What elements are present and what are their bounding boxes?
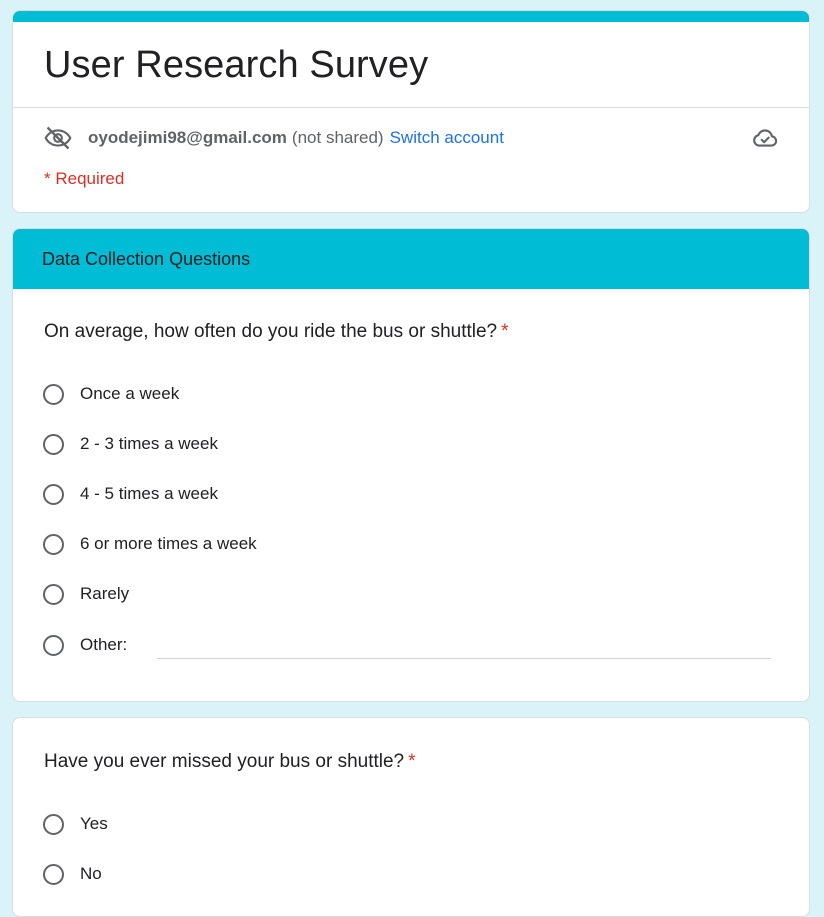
other-text-input[interactable] (157, 658, 771, 659)
section-header: Data Collection Questions (13, 229, 809, 289)
header-divider (13, 107, 809, 108)
radio-button[interactable] (43, 383, 64, 405)
radio-option[interactable]: No (43, 860, 102, 888)
required-asterisk: * (501, 321, 509, 342)
option-label: Other: (80, 635, 128, 654)
option-label: Rarely (80, 584, 130, 603)
required-note: * Required (44, 169, 125, 188)
option-label: No (80, 864, 102, 883)
question-text: Have you ever missed your bus or shuttle… (44, 751, 405, 772)
radio-button[interactable] (43, 583, 64, 605)
radio-option[interactable]: Rarely (43, 580, 129, 608)
option-label: 4 - 5 times a week (80, 484, 218, 503)
option-label: 6 or more times a week (80, 534, 257, 553)
question-title: Have you ever missed your bus or shuttle… (44, 751, 416, 773)
radio-option-other[interactable]: Other: (43, 631, 127, 659)
account-row: oyodejimi98@gmail.com (not shared) Switc… (44, 123, 779, 153)
account-email: oyodejimi98@gmail.com (88, 128, 287, 147)
option-label: 2 - 3 times a week (80, 434, 218, 453)
radio-button[interactable] (43, 634, 64, 656)
question-text: On average, how often do you ride the bu… (44, 321, 498, 342)
option-label: Once a week (80, 384, 180, 403)
radio-button[interactable] (43, 483, 64, 505)
radio-button[interactable] (43, 433, 64, 455)
radio-option[interactable]: 4 - 5 times a week (43, 480, 218, 508)
radio-option[interactable]: Once a week (43, 380, 179, 408)
radio-button[interactable] (43, 813, 64, 835)
radio-button[interactable] (43, 533, 64, 555)
switch-account-link[interactable]: Switch account (390, 128, 504, 148)
required-asterisk: * (408, 751, 416, 772)
radio-option[interactable]: Yes (43, 810, 108, 838)
option-label: Yes (80, 814, 108, 833)
cloud-check-icon[interactable] (751, 124, 779, 152)
header-accent-bar (13, 11, 809, 22)
section-card: Data Collection Questions On average, ho… (12, 228, 810, 702)
radio-button[interactable] (43, 863, 64, 885)
not-shared-label: (not shared) (291, 128, 384, 147)
question-card: Have you ever missed your bus or shuttle… (12, 717, 810, 917)
radio-option[interactable]: 2 - 3 times a week (43, 430, 218, 458)
section-title: Data Collection Questions (42, 248, 251, 269)
form-title: User Research Survey (44, 44, 429, 86)
radio-option[interactable]: 6 or more times a week (43, 530, 257, 558)
question-title: On average, how often do you ride the bu… (44, 321, 509, 343)
form-header-card: User Research Survey oyodejimi98@gmail.c… (12, 10, 810, 213)
eye-off-icon (44, 124, 72, 152)
